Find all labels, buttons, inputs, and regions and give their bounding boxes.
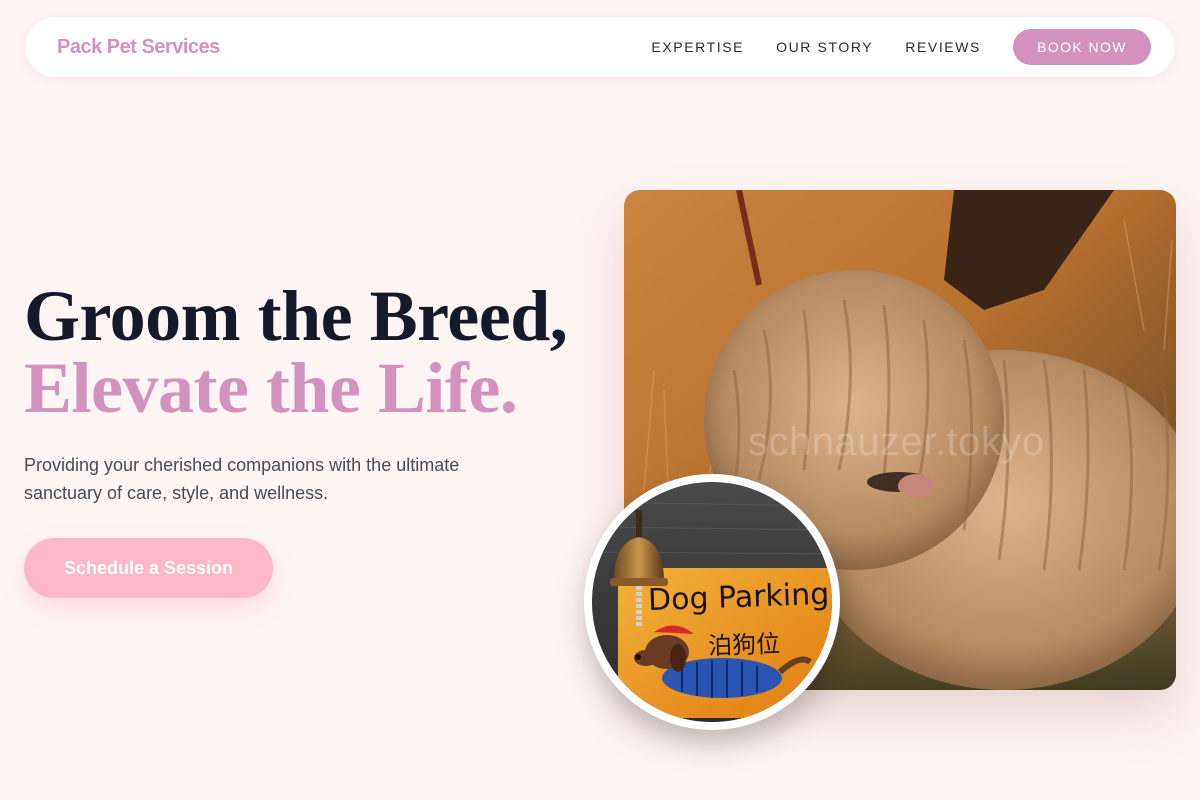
sign-text-english: Dog Parking xyxy=(647,576,830,619)
dog-parking-photo-inner: Dog Parking 泊狗位 xyxy=(592,482,832,722)
hero-title-line2: Elevate the Life. xyxy=(24,348,518,428)
schedule-session-button[interactable]: Schedule a Session xyxy=(24,538,273,598)
brand-logo[interactable]: Pack Pet Services xyxy=(57,36,220,59)
nav-link-expertise[interactable]: EXPERTISE xyxy=(651,39,744,55)
image-watermark: schnauzer.tokyo xyxy=(748,420,1045,464)
hero-title: Groom the Breed, Elevate the Life. xyxy=(24,280,624,424)
nav-link-our-story[interactable]: OUR STORY xyxy=(776,39,873,55)
nav-link-reviews[interactable]: REVIEWS xyxy=(905,39,981,55)
nav-links: EXPERTISE OUR STORY REVIEWS BOOK NOW xyxy=(651,29,1151,65)
hero-title-line1: Groom the Breed, xyxy=(24,276,568,356)
dog-parking-photo: Dog Parking 泊狗位 xyxy=(584,474,840,730)
navbar: Pack Pet Services EXPERTISE OUR STORY RE… xyxy=(24,16,1176,78)
book-now-button[interactable]: BOOK NOW xyxy=(1013,29,1151,65)
sign-text-chinese: 泊狗位 xyxy=(707,629,781,661)
hero-subtitle: Providing your cherished companions with… xyxy=(24,455,460,503)
